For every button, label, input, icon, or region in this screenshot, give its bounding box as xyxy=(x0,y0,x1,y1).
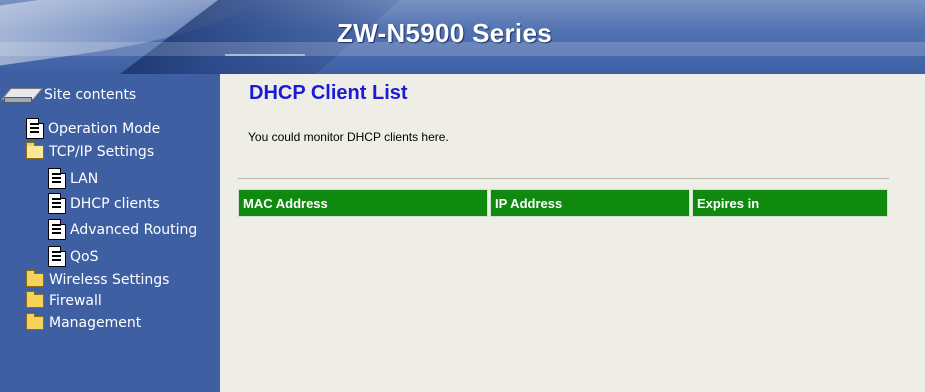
document-icon xyxy=(48,246,66,267)
header-banner: ZW-N5900 Series xyxy=(0,0,925,74)
sidebar-item-label: Operation Mode xyxy=(48,120,161,137)
sidebar-item-advanced-routing[interactable]: Advanced Routing xyxy=(48,219,197,240)
sidebar-item-tcpip-settings[interactable]: TCP/IP Settings xyxy=(26,142,155,160)
folder-icon xyxy=(26,270,44,287)
sidebar-item-qos[interactable]: QoS xyxy=(48,246,98,267)
folder-icon xyxy=(26,291,44,308)
sidebar-item-label: LAN xyxy=(70,170,99,187)
sidebar-item-wireless-settings[interactable]: Wireless Settings xyxy=(26,270,170,288)
sidebar-item-label: Wireless Settings xyxy=(49,272,170,288)
page-header-title: ZW-N5900 Series xyxy=(337,18,552,48)
sidebar-item-operation-mode[interactable]: Operation Mode xyxy=(26,118,160,139)
dhcp-client-table: MAC Address IP Address Expires in xyxy=(238,189,890,217)
sidebar-item-label: DHCP clients xyxy=(70,195,160,212)
sidebar-item-label: QoS xyxy=(70,248,99,265)
sidebar-item-firewall[interactable]: Firewall xyxy=(26,291,102,309)
sidebar-item-label: Firewall xyxy=(49,293,102,309)
sidebar-item-label: TCP/IP Settings xyxy=(49,144,155,160)
sidebar-item-dhcp-clients[interactable]: DHCP clients xyxy=(48,193,160,214)
sidebar: Site contents Operation Mode TCP/IP Sett… xyxy=(0,74,220,392)
sidebar-root-site-contents[interactable]: Site contents xyxy=(0,86,137,104)
open-folder-icon xyxy=(26,142,44,159)
drive-icon xyxy=(0,86,44,104)
sidebar-item-label: Management xyxy=(49,315,142,331)
sidebar-item-label: Site contents xyxy=(44,87,137,103)
main-content: DHCP Client List You could monitor DHCP … xyxy=(220,74,925,392)
sidebar-item-lan[interactable]: LAN xyxy=(48,168,98,189)
column-header-mac-address: MAC Address xyxy=(238,189,488,217)
document-icon xyxy=(48,168,66,189)
document-icon xyxy=(48,193,66,214)
column-header-ip-address: IP Address xyxy=(490,189,690,217)
page-description: You could monitor DHCP clients here. xyxy=(248,130,449,144)
document-icon xyxy=(26,118,44,139)
page-title: DHCP Client List xyxy=(249,82,408,104)
sidebar-item-management[interactable]: Management xyxy=(26,313,142,331)
divider xyxy=(238,178,889,179)
folder-icon xyxy=(26,313,44,330)
document-icon xyxy=(48,219,66,240)
sidebar-item-label: Advanced Routing xyxy=(70,221,198,238)
column-header-expires-in: Expires in xyxy=(692,189,888,217)
banner-dots xyxy=(225,54,305,56)
